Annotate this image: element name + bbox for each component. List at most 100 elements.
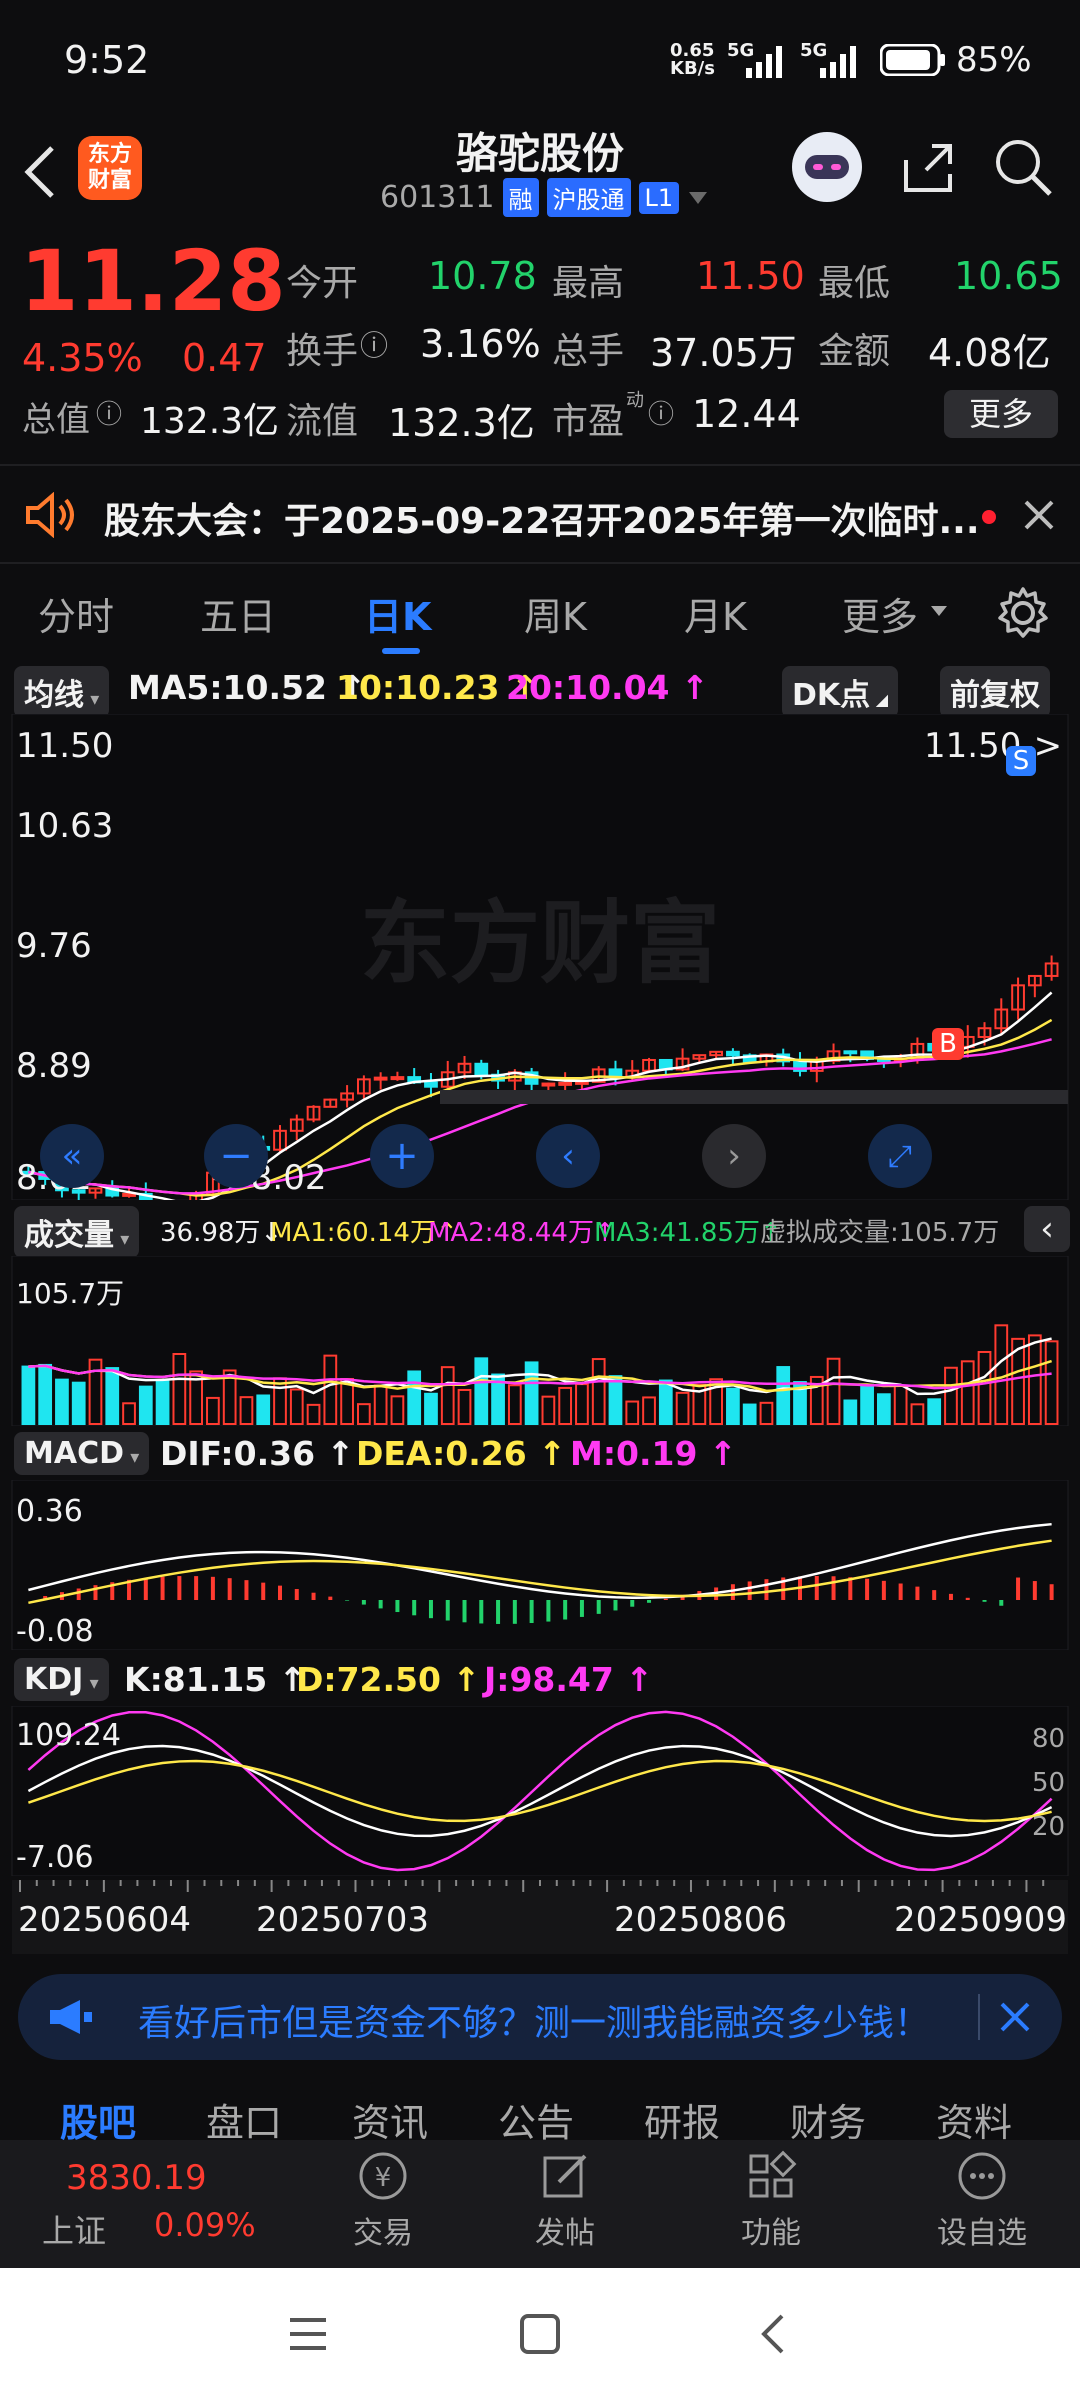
tab-news[interactable]: 资讯	[352, 2092, 428, 2140]
ma20-text: 20:10.04	[506, 668, 670, 707]
macd-bar	[395, 1600, 400, 1613]
volume-bar	[71, 1381, 86, 1426]
home-icon[interactable]	[518, 2312, 562, 2356]
dropdown-icon[interactable]	[687, 190, 709, 206]
scroll-right-button[interactable]: ›	[702, 1124, 766, 1188]
tab-profile[interactable]: 资料	[936, 2092, 1012, 2140]
macd-bar	[529, 1600, 534, 1624]
post-button[interactable]: 发帖	[500, 2148, 630, 2260]
tab-monthly-k[interactable]: 月K	[684, 586, 747, 641]
macd-bar	[345, 1600, 350, 1601]
ma-dropdown[interactable]: 均线 ▾	[14, 666, 110, 718]
y-tick-3: 9.76	[16, 926, 92, 966]
macd-bar	[361, 1600, 366, 1605]
volume-bar	[877, 1393, 891, 1426]
macd-bar	[596, 1600, 601, 1614]
macd-label: MACD	[24, 1436, 124, 1471]
more-button[interactable]: 更多	[944, 390, 1058, 438]
search-icon[interactable]	[992, 136, 1056, 200]
buy-marker[interactable]: B	[932, 1028, 964, 1060]
candle-body	[541, 1082, 556, 1087]
share-icon[interactable]	[898, 138, 958, 198]
macd-dropdown[interactable]: MACD ▾	[14, 1432, 150, 1475]
tab-weekly-k[interactable]: 周K	[524, 586, 587, 641]
macd-bar	[730, 1584, 735, 1600]
tab-finance[interactable]: 财务	[790, 2092, 866, 2140]
notice-text: 股东大会：于2025-09-22召开2025年第一次临时...	[104, 501, 980, 542]
macd-bar	[898, 1583, 903, 1600]
kdj-dropdown[interactable]: KDJ ▾	[14, 1658, 109, 1701]
volume-ma2-text: MA2:48.44万	[428, 1218, 594, 1248]
volume-ma3: MA3:41.85万↑	[594, 1218, 782, 1248]
battery-icon	[880, 44, 945, 76]
function-button[interactable]: 功能	[706, 2148, 836, 2260]
candle-body	[390, 1076, 405, 1081]
trade-button[interactable]: ¥ 交易	[318, 2148, 448, 2260]
close-icon[interactable]	[1022, 498, 1056, 532]
function-label: 功能	[741, 2216, 801, 2251]
macd-bar	[630, 1600, 635, 1607]
high-value: 11.50	[696, 254, 805, 298]
tab-guba[interactable]: 股吧	[60, 2092, 136, 2140]
banner-divider	[978, 1994, 980, 2040]
volume-dropdown[interactable]: 成交量 ▾	[14, 1206, 140, 1258]
quote-panel: 11.28 4.35% 0.47 今开 10.78 最高 11.50 最低 10…	[0, 232, 1080, 462]
zoom-in-button[interactable]: +	[370, 1124, 434, 1188]
robot-avatar-icon[interactable]	[792, 132, 862, 202]
turnover-value: 3.16%	[420, 322, 541, 366]
gear-icon[interactable]	[994, 584, 1052, 642]
volume-bar	[138, 1385, 153, 1426]
tab-announcements[interactable]: 公告	[498, 2092, 574, 2140]
tab-five-day[interactable]: 五日	[200, 586, 276, 641]
macd-bar	[261, 1582, 266, 1600]
candle-body	[122, 1192, 136, 1197]
float-value: 132.3亿	[388, 401, 535, 445]
volume-current-text: 36.98万	[160, 1218, 261, 1248]
volume-ma1-text: MA1:60.14万	[270, 1218, 436, 1248]
y-tick-1: 11.50	[16, 726, 114, 766]
scroll-left-button[interactable]: ‹	[536, 1124, 600, 1188]
volume-bar	[524, 1361, 539, 1426]
add-watchlist-button[interactable]: 设自选	[912, 2148, 1052, 2260]
status-net-speed: 0.65 KB/s	[670, 40, 715, 79]
macd-bar	[194, 1576, 199, 1600]
macd-bar	[328, 1596, 333, 1600]
tab-intraday[interactable]: 分时	[38, 586, 114, 641]
scroll-left-fast-button[interactable]: «	[40, 1124, 104, 1188]
kdj-label: KDJ	[24, 1662, 84, 1697]
info-icon[interactable]: ⓘ	[648, 394, 674, 431]
collapse-panel-button[interactable]: ‹	[1024, 1206, 1070, 1252]
macd-bar	[663, 1598, 668, 1600]
macd-header: MACD ▾ DIF:0.36 ↑ DEA:0.26 ↑ M:0.19 ↑	[0, 1432, 1080, 1476]
back-nav-icon[interactable]	[752, 2312, 796, 2356]
sell-marker[interactable]: S	[1006, 746, 1036, 776]
content-tabs: 股吧 盘口 资讯 公告 研报 财务 资料	[0, 2080, 1080, 2140]
macd-bar	[881, 1580, 886, 1600]
tab-research[interactable]: 研报	[644, 2092, 720, 2140]
macd-bar	[143, 1577, 148, 1600]
info-icon[interactable]: ⓘ	[360, 324, 388, 364]
date-2: 20250703	[256, 1900, 430, 1940]
macd-bar	[294, 1589, 299, 1600]
tab-daily-k[interactable]: 日K	[364, 586, 431, 641]
date-4: 20250909	[894, 1900, 1068, 1940]
menu-icon[interactable]	[286, 2312, 330, 2356]
stock-subline: 601311 融 沪股通 L1	[380, 178, 709, 217]
macd-ybot: -0.08	[16, 1614, 94, 1649]
info-icon[interactable]: ⓘ	[96, 394, 122, 431]
zoom-out-button[interactable]: −	[204, 1124, 268, 1188]
kline-chart[interactable]: 东方财富	[0, 714, 1080, 1200]
tab-more[interactable]: 更多	[842, 586, 918, 641]
volume-bar	[105, 1367, 120, 1425]
adjust-button[interactable]: 前复权	[940, 666, 1050, 718]
close-icon[interactable]	[998, 2000, 1032, 2034]
notice-bar[interactable]: 股东大会：于2025-09-22召开2025年第一次临时...	[0, 470, 1080, 562]
promo-banner[interactable]: 看好后市但是资金不够？测一测我能融资多少钱！	[18, 1974, 1062, 2060]
volume-ma3-text: MA3:41.85万	[594, 1218, 760, 1248]
macd-bar	[244, 1580, 249, 1600]
fullscreen-button[interactable]: ⤢	[868, 1124, 932, 1188]
tab-pankou[interactable]: 盘口	[206, 2092, 282, 2140]
volume-bar	[38, 1363, 53, 1425]
dk-point-button[interactable]: DK点 ◢	[782, 666, 899, 718]
macd-bar	[76, 1588, 81, 1600]
